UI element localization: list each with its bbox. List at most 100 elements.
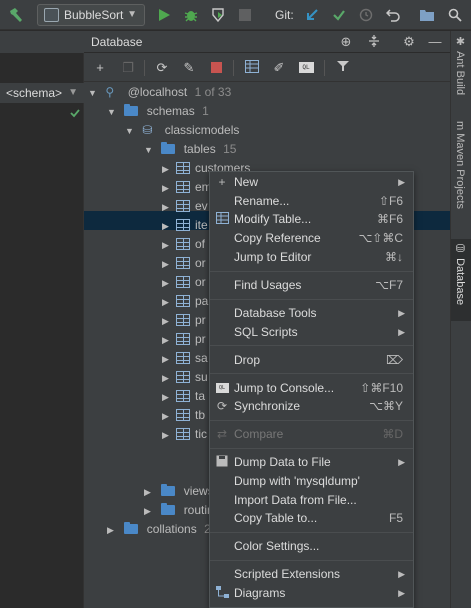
menu-item-new[interactable]: + New ▶ [210,173,413,191]
menu-item-shortcut: ⌘↓ [385,249,403,264]
submenu-arrow-icon: ▶ [398,307,405,318]
menu-item-shortcut: ⇧⌘F10 [360,380,403,395]
stop-icon[interactable] [236,6,254,24]
table-icon [176,333,190,345]
save-icon [215,455,229,469]
menu-item-color-settings[interactable]: Color Settings... [210,537,413,555]
vcs-update-icon[interactable] [303,6,321,24]
tree-node-schemas[interactable]: ▼ schemas 1 [107,102,209,121]
table-row[interactable]: ▶ su [162,368,208,387]
collapsed-arrow-icon: ▶ [162,411,169,421]
table-row[interactable]: ▶ tic [162,425,207,444]
vcs-commit-icon[interactable] [330,6,348,24]
menu-separator [210,419,413,421]
menu-item-sql-scripts[interactable]: SQL Scripts ▶ [210,323,413,341]
menu-item-diagrams[interactable]: Diagrams ▶ [210,584,413,602]
collapsed-arrow-icon: ▶ [162,278,169,288]
crosshair-icon[interactable]: ⊕ [338,34,354,50]
debug-icon[interactable] [182,6,200,24]
tab-database-label: ⛁ Database [454,242,467,305]
table-row[interactable]: ▶ of [162,235,205,254]
tree-node-tables[interactable]: ▼ tables 15 [144,140,236,159]
table-row[interactable]: ▶ pa [162,292,208,311]
edit-source-icon[interactable]: ✐ [271,60,287,76]
collapse-icon[interactable] [366,34,382,50]
expanded-arrow-icon: ▼ [107,107,116,117]
table-row[interactable]: ▶ pr [162,311,206,330]
search-icon[interactable] [446,6,464,24]
menu-item-modify-table[interactable]: Modify Table... ⌘F6 [210,210,413,228]
run-with-coverage-icon[interactable] [209,6,227,24]
menu-item-shortcut: ⌘D [382,427,403,442]
project-structure-icon[interactable] [418,6,436,24]
menu-item-shortcut: F5 [388,511,403,526]
table-row[interactable]: ▶ sa [162,349,208,368]
menu-item-dump-data-to-file[interactable]: Dump Data to File ▶ [210,453,413,471]
table-icon [176,409,190,421]
gear-icon[interactable]: ⚙ [401,34,417,50]
table-row[interactable]: ▶ tb [162,406,205,425]
history-icon[interactable] [357,6,375,24]
refresh-icon[interactable]: ⟳ [154,60,170,76]
git-label: Git: [275,8,294,22]
menu-item-copy-reference[interactable]: Copy Reference ⌥⇧⌘C [210,229,413,247]
tree-node-host[interactable]: ▼ ⚲ @localhost 1 of 33 [88,83,231,102]
menu-separator [210,270,413,272]
tab-database[interactable]: ⛁ Database [451,239,471,321]
hammer-icon[interactable] [7,6,25,24]
menu-item-copy-table-to[interactable]: Copy Table to... F5 [210,509,413,527]
plus-icon[interactable]: + [92,60,108,76]
table-row[interactable]: ▶ em [162,178,212,197]
table-row[interactable]: ▶ ta [162,387,205,406]
tree-node-schemas-count: 1 [202,104,209,118]
menu-item-label: Jump to Editor [234,249,312,264]
table-icon [176,276,190,288]
menu-item-dump-with-mysqldump[interactable]: Dump with 'mysqldump' [210,472,413,490]
sync-icon: ⟳ [216,399,228,414]
folder-icon [161,484,176,496]
stop-icon[interactable] [208,60,224,76]
schema-selector[interactable]: <schema> ▼ [0,83,84,103]
tree-node-views[interactable]: ▶ views [144,482,214,501]
tab-ant-build[interactable]: ✱ Ant Build [451,35,471,135]
menu-item-rename[interactable]: Rename... ⇧F6 [210,192,413,210]
menu-item-drop[interactable]: Drop ⌦ [210,351,413,369]
table-row[interactable]: ▶ ite [162,216,208,235]
table-row[interactable]: ▶ ev [162,197,208,216]
menu-item-shortcut: ⌥F7 [375,277,403,292]
table-row[interactable]: ▶ or [162,254,206,273]
console-icon[interactable]: QL [298,60,314,76]
tree-node-routines[interactable]: ▶ routin [144,501,214,520]
properties-icon[interactable]: ✎ [181,60,197,76]
hide-icon[interactable]: — [427,34,443,50]
menu-separator [210,560,413,561]
menu-item-find-usages[interactable]: Find Usages ⌥F7 [210,276,413,294]
menu-item-database-tools[interactable]: Database Tools ▶ [210,304,413,322]
menu-item-scripted-extensions[interactable]: Scripted Extensions ▶ [210,565,413,583]
run-icon[interactable] [155,6,173,24]
tab-maven-projects[interactable]: m Maven Projects [451,121,471,251]
table-row[interactable]: ▶ or [162,273,206,292]
ant-icon: ✱ [454,35,466,52]
rollback-icon[interactable] [384,6,402,24]
menu-item-shortcut: ⌥⇧⌘C [358,231,403,246]
filter-icon[interactable] [335,60,351,76]
collapsed-arrow-icon: ▶ [162,354,169,364]
collapsed-arrow-icon: ▶ [162,259,169,269]
menu-item-import-data-from-file[interactable]: Import Data from File... [210,491,413,509]
editor-area: <schema> ▼ [0,31,84,608]
menu-item-jump-to-editor[interactable]: Jump to Editor ⌘↓ [210,248,413,266]
menu-item-synchronize[interactable]: ⟳ Synchronize ⌥⌘Y [210,397,413,415]
copy-icon[interactable]: ❐ [120,60,136,76]
tree-node-collations[interactable]: ▶ collations 2 [107,520,211,539]
table-row[interactable]: ▶ pr [162,330,206,349]
menu-separator [210,345,413,347]
menu-item-compare[interactable]: ⇄ Compare ⌘D [210,425,413,443]
menu-item-label: Dump Data to File [234,455,331,470]
table-editor-icon[interactable] [244,60,260,76]
menu-item-label: Rename... [234,193,290,208]
run-configuration-select[interactable]: BubbleSort ▼ [37,4,145,26]
menu-item-jump-to-console[interactable]: QL Jump to Console... ⇧⌘F10 [210,379,413,397]
chevron-down-icon: ▼ [68,87,78,98]
tree-node-database[interactable]: ▼ ⛁ classicmodels [125,121,239,140]
